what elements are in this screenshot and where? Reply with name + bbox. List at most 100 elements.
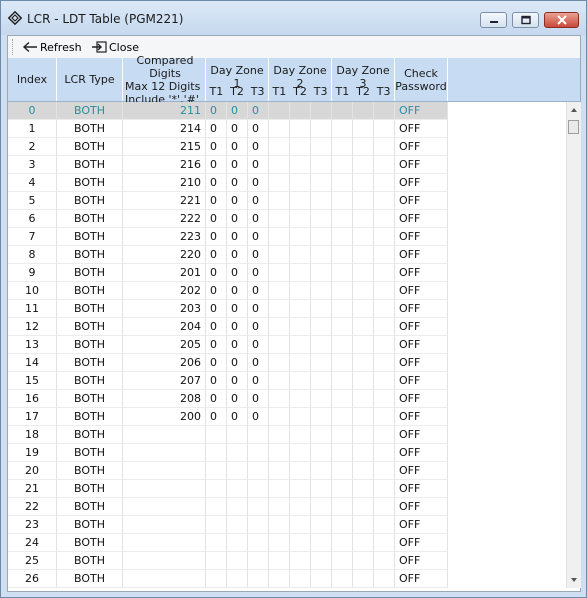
cell-dz1-t3[interactable]: 0 [248, 174, 269, 192]
cell-index[interactable]: 1 [8, 120, 57, 138]
cell-dz2-t2[interactable] [290, 372, 311, 390]
cell-check-password[interactable]: OFF [395, 282, 448, 300]
cell-lcr-type[interactable]: BOTH [57, 336, 123, 354]
cell-dz2-t1[interactable] [269, 120, 290, 138]
table-row[interactable]: 26 BOTH OFF [8, 570, 448, 588]
cell-index[interactable]: 4 [8, 174, 57, 192]
cell-compared-digits[interactable]: 208 [123, 390, 206, 408]
close-window-button[interactable] [544, 12, 579, 28]
cell-dz2-t2[interactable] [290, 174, 311, 192]
cell-dz3-t2[interactable] [353, 444, 374, 462]
cell-lcr-type[interactable]: BOTH [57, 426, 123, 444]
cell-dz2-t1[interactable] [269, 138, 290, 156]
cell-dz3-t1[interactable] [332, 426, 353, 444]
cell-lcr-type[interactable]: BOTH [57, 462, 123, 480]
cell-dz1-t2[interactable]: 0 [227, 264, 248, 282]
cell-dz1-t1[interactable] [206, 480, 227, 498]
cell-dz3-t3[interactable] [374, 300, 395, 318]
cell-dz2-t3[interactable] [311, 408, 332, 426]
cell-dz1-t2[interactable]: 0 [227, 282, 248, 300]
cell-dz2-t1[interactable] [269, 426, 290, 444]
cell-dz1-t3[interactable] [248, 444, 269, 462]
cell-dz2-t2[interactable] [290, 354, 311, 372]
cell-lcr-type[interactable]: BOTH [57, 534, 123, 552]
cell-dz2-t1[interactable] [269, 480, 290, 498]
cell-compared-digits[interactable] [123, 498, 206, 516]
cell-compared-digits[interactable]: 223 [123, 228, 206, 246]
cell-check-password[interactable]: OFF [395, 372, 448, 390]
cell-dz3-t1[interactable] [332, 210, 353, 228]
cell-dz2-t3[interactable] [311, 174, 332, 192]
cell-dz3-t1[interactable] [332, 318, 353, 336]
cell-dz3-t3[interactable] [374, 534, 395, 552]
cell-dz2-t2[interactable] [290, 210, 311, 228]
cell-dz2-t2[interactable] [290, 570, 311, 588]
col-header-check-password[interactable]: Check Password [395, 58, 448, 101]
cell-dz3-t1[interactable] [332, 228, 353, 246]
cell-dz1-t2[interactable]: 0 [227, 300, 248, 318]
cell-compared-digits[interactable]: 215 [123, 138, 206, 156]
cell-dz3-t1[interactable] [332, 138, 353, 156]
cell-check-password[interactable]: OFF [395, 516, 448, 534]
cell-dz2-t2[interactable] [290, 408, 311, 426]
cell-dz1-t1[interactable]: 0 [206, 336, 227, 354]
cell-dz2-t3[interactable] [311, 480, 332, 498]
table-row[interactable]: 14 BOTH 206 0 0 0 OFF [8, 354, 448, 372]
cell-dz3-t3[interactable] [374, 174, 395, 192]
table-row[interactable]: 16 BOTH 208 0 0 0 OFF [8, 390, 448, 408]
cell-compared-digits[interactable]: 206 [123, 354, 206, 372]
cell-dz2-t1[interactable] [269, 102, 290, 120]
cell-dz2-t3[interactable] [311, 210, 332, 228]
cell-dz1-t3[interactable] [248, 570, 269, 588]
cell-dz2-t3[interactable] [311, 228, 332, 246]
cell-check-password[interactable]: OFF [395, 552, 448, 570]
cell-lcr-type[interactable]: BOTH [57, 570, 123, 588]
cell-dz2-t1[interactable] [269, 210, 290, 228]
cell-dz1-t3[interactable] [248, 498, 269, 516]
cell-dz1-t2[interactable] [227, 498, 248, 516]
cell-check-password[interactable]: OFF [395, 102, 448, 120]
cell-dz2-t1[interactable] [269, 462, 290, 480]
cell-dz3-t2[interactable] [353, 426, 374, 444]
cell-dz2-t1[interactable] [269, 192, 290, 210]
cell-check-password[interactable]: OFF [395, 120, 448, 138]
cell-lcr-type[interactable]: BOTH [57, 300, 123, 318]
cell-dz2-t1[interactable] [269, 552, 290, 570]
cell-dz2-t1[interactable] [269, 228, 290, 246]
table-row[interactable]: 22 BOTH OFF [8, 498, 448, 516]
cell-dz3-t2[interactable] [353, 210, 374, 228]
cell-dz3-t1[interactable] [332, 372, 353, 390]
cell-dz2-t3[interactable] [311, 192, 332, 210]
vertical-scrollbar[interactable] [566, 102, 581, 588]
cell-index[interactable]: 20 [8, 462, 57, 480]
cell-dz3-t3[interactable] [374, 336, 395, 354]
cell-dz2-t3[interactable] [311, 336, 332, 354]
maximize-button[interactable] [512, 12, 539, 28]
cell-dz2-t2[interactable] [290, 318, 311, 336]
cell-dz2-t1[interactable] [269, 570, 290, 588]
cell-dz2-t2[interactable] [290, 552, 311, 570]
table-row[interactable]: 18 BOTH OFF [8, 426, 448, 444]
cell-dz2-t1[interactable] [269, 516, 290, 534]
cell-check-password[interactable]: OFF [395, 318, 448, 336]
cell-dz1-t3[interactable]: 0 [248, 390, 269, 408]
cell-dz3-t2[interactable] [353, 264, 374, 282]
cell-dz3-t2[interactable] [353, 516, 374, 534]
table-row[interactable]: 21 BOTH OFF [8, 480, 448, 498]
cell-dz1-t3[interactable] [248, 516, 269, 534]
cell-dz1-t3[interactable]: 0 [248, 156, 269, 174]
cell-dz2-t3[interactable] [311, 246, 332, 264]
cell-dz3-t3[interactable] [374, 480, 395, 498]
table-row[interactable]: 3 BOTH 216 0 0 0 OFF [8, 156, 448, 174]
cell-dz1-t2[interactable] [227, 426, 248, 444]
cell-compared-digits[interactable]: 201 [123, 264, 206, 282]
cell-dz1-t3[interactable]: 0 [248, 372, 269, 390]
cell-dz2-t2[interactable] [290, 426, 311, 444]
cell-check-password[interactable]: OFF [395, 156, 448, 174]
cell-dz1-t2[interactable]: 0 [227, 390, 248, 408]
cell-dz2-t1[interactable] [269, 174, 290, 192]
cell-dz1-t1[interactable]: 0 [206, 408, 227, 426]
cell-lcr-type[interactable]: BOTH [57, 174, 123, 192]
cell-dz1-t1[interactable] [206, 498, 227, 516]
cell-dz3-t1[interactable] [332, 516, 353, 534]
